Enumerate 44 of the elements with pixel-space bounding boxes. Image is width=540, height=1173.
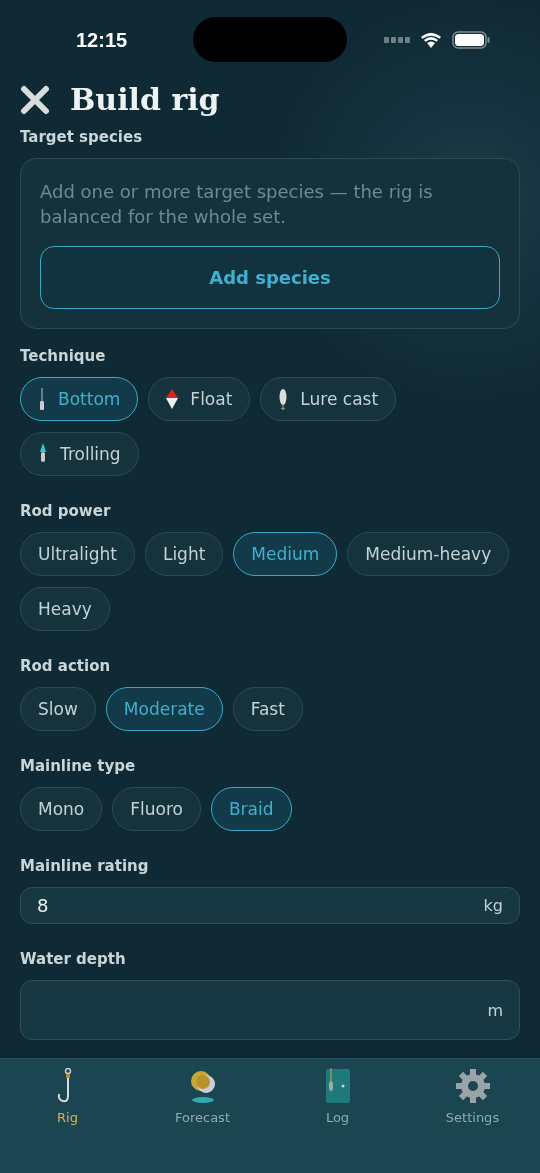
option-chip[interactable]: Fluoro	[112, 787, 201, 832]
section-label: Target species	[20, 127, 144, 146]
option-chip[interactable]: Fast	[232, 687, 303, 732]
option-chip[interactable]: Lure cast	[260, 377, 397, 422]
wifi-icon	[420, 32, 442, 48]
option-chip[interactable]: Moderate	[105, 687, 223, 732]
bobber-icon	[166, 389, 179, 410]
add-species-button[interactable]: Add species	[40, 245, 500, 309]
section-label: Technique	[20, 347, 107, 366]
section-label: Mainline rating	[20, 857, 150, 876]
option-chip[interactable]: Ultralight	[20, 532, 135, 577]
logbook-icon[interactable]	[324, 1068, 351, 1104]
option-chip[interactable]: Trolling	[20, 432, 139, 477]
section-label: Water depth	[20, 950, 127, 968]
sinker-rig-icon	[38, 388, 46, 411]
tab-item[interactable]: Forecast	[147, 1067, 258, 1139]
option-chip[interactable]: Heavy	[20, 587, 110, 632]
option-chip[interactable]: Mono	[20, 787, 103, 832]
tab-item[interactable]: Log	[282, 1067, 393, 1139]
signal-icon	[384, 37, 410, 43]
spoon-lure-icon	[278, 388, 289, 411]
option-chip[interactable]: Slow	[20, 687, 96, 732]
battery-icon	[452, 31, 490, 49]
section-label: Mainline type	[20, 757, 137, 776]
settings-icon[interactable]	[454, 1068, 491, 1104]
option-chip[interactable]: Medium-heavy	[347, 532, 510, 577]
option-chip[interactable]: Braid	[210, 787, 292, 832]
status-time: 12:15	[76, 28, 128, 52]
option-chip[interactable]: Medium	[233, 532, 338, 577]
unit-label: kg	[483, 896, 503, 916]
field-value: 8	[37, 895, 49, 917]
tab-item[interactable]: Settings	[417, 1067, 528, 1139]
page-title: Build rig	[70, 82, 220, 118]
tab-item[interactable]: Rig	[12, 1067, 123, 1139]
hint-text: Add one or more target species — the rig is balanced for the whole set.	[40, 179, 434, 229]
unit-label: m	[487, 1000, 503, 1020]
option-chip[interactable]: Light	[144, 532, 224, 577]
input-field[interactable]: m	[20, 980, 520, 1040]
input-field[interactable]: 8 kg	[20, 887, 520, 924]
section-label: Rod power	[20, 502, 112, 521]
close-icon[interactable]	[20, 84, 50, 115]
option-chip[interactable]: Float	[148, 377, 251, 422]
section-label: Rod action	[20, 657, 112, 676]
option-chip[interactable]: Bottom	[20, 377, 139, 422]
